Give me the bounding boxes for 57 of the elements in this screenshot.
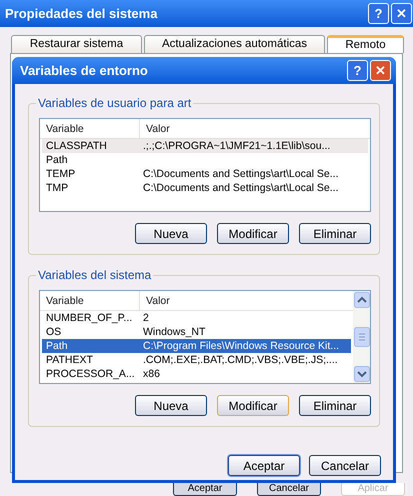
list-row[interactable]: TMP C:\Documents and Settings\art\Local Se... — [42, 181, 368, 195]
list-row[interactable]: CLASSPATH .;.;C:\PROGRA~1\JMF21~1.1E\lib\sou... — [42, 139, 368, 153]
variable-value: C:\Documents and Settings\art\Local Se... — [142, 167, 340, 181]
scroll-up-icon[interactable] — [354, 292, 370, 308]
push-button[interactable]: Eliminar — [299, 223, 371, 244]
variable-name: TMP — [45, 181, 70, 195]
help-button[interactable]: ? — [347, 60, 368, 81]
push-button[interactable]: Nueva — [135, 395, 207, 416]
list-row[interactable]: PATHEXT .COM;.EXE;.BAT;.CMD;.VBS;.VBE;.JS;.... — [42, 353, 351, 367]
push-button[interactable]: Eliminar — [299, 395, 371, 416]
variable-value: .;.;C:\PROGRA~1\JMF21~1.1E\lib\sou... — [142, 139, 332, 153]
variable-value: x86 — [142, 367, 161, 381]
variable-name: PROCESSOR_A... — [45, 367, 136, 381]
close-button[interactable]: ✕ — [391, 3, 412, 24]
push-button[interactable]: Cancelar — [257, 483, 321, 496]
dialog-title: Variables de entorno — [20, 62, 149, 80]
variable-value: C:\Program Files\Windows Resource Kit... — [142, 339, 340, 353]
variable-value: C:\Documents and Settings\art\Local Se... — [142, 181, 340, 195]
tab[interactable]: Restaurar sistema — [11, 35, 142, 53]
variable-name: Path — [45, 153, 69, 167]
variable-list[interactable]: Variable Valor NUMBER_OF_P... 2 OS Windows_NT Path C:\Program Files\Windows Resource Kit... PATHEXT .COM;.EXE;.BAT;.CMD;.VBS;.VBE;.JS;.... PROCESSOR_A... x86 — [39, 290, 371, 384]
column-header[interactable]: Valor — [140, 119, 370, 138]
variable-name: CLASSPATH — [45, 139, 108, 153]
push-button[interactable]: Nueva — [135, 223, 207, 244]
push-button[interactable]: Modificar — [217, 395, 289, 416]
variable-name: Path — [45, 339, 69, 353]
push-button[interactable]: Cancelar — [309, 455, 381, 476]
column-header[interactable]: Variable — [40, 291, 140, 310]
column-header[interactable]: Variable — [40, 119, 140, 138]
close-button[interactable]: ✕ — [370, 60, 391, 81]
list-row[interactable]: Path — [42, 153, 368, 167]
push-button[interactable]: Aceptar — [173, 483, 237, 496]
list-row[interactable]: TEMP C:\Documents and Settings\art\Local Se... — [42, 167, 368, 181]
variable-value: Windows_NT — [142, 325, 206, 339]
variable-name: PATHEXT — [45, 353, 94, 367]
variable-value: .COM;.EXE;.BAT;.CMD;.VBS;.VBE;.JS;.... — [142, 353, 339, 367]
group-label: Variables de usuario para art — [36, 96, 194, 110]
tab[interactable]: Remoto — [327, 35, 404, 53]
scroll-down-icon[interactable] — [354, 366, 370, 382]
window-title: Propiedades del sistema — [5, 4, 158, 23]
list-row[interactable]: OS Windows_NT — [42, 325, 351, 339]
variable-name: NUMBER_OF_P... — [45, 311, 134, 325]
variable-value: 2 — [142, 311, 150, 325]
list-row[interactable]: Path C:\Program Files\Windows Resource Kit... — [42, 339, 351, 353]
push-button[interactable]: Modificar — [217, 223, 289, 244]
variable-list[interactable]: Variable Valor CLASSPATH .;.;C:\PROGRA~1\JMF21~1.1E\lib\sou... Path TEMP C:\Documents and Settings\art\Local Se... TMP C:\Documents and Settings\art\Local Se... — [39, 118, 371, 212]
scrollbar[interactable] — [353, 291, 370, 383]
help-button[interactable]: ? — [368, 3, 389, 24]
list-row[interactable]: PROCESSOR_A... x86 — [42, 367, 351, 381]
column-header[interactable]: Valor — [140, 291, 353, 310]
push-button[interactable]: Aceptar — [228, 455, 300, 476]
variable-name: TEMP — [45, 167, 76, 181]
tab[interactable]: Actualizaciones automáticas — [144, 35, 325, 53]
scroll-thumb-icon[interactable] — [354, 327, 370, 347]
variable-name: OS — [45, 325, 62, 339]
list-row[interactable]: NUMBER_OF_P... 2 — [42, 311, 351, 325]
group-label: Variables del sistema — [36, 268, 154, 282]
